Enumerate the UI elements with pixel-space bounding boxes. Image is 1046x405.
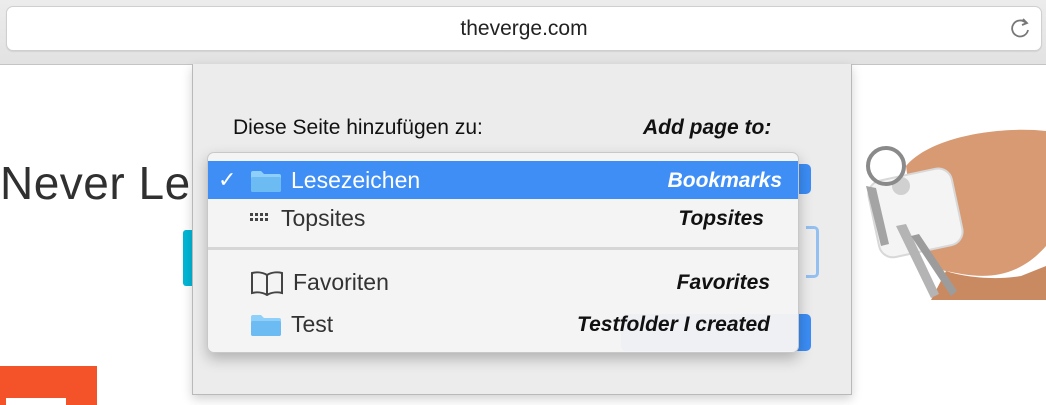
menu-item-annotation: Testfolder I created (577, 313, 770, 336)
menu-item-label: Topsites (281, 205, 366, 231)
destination-dropdown-menu: ✓ Lesezeichen Bookmarks Topsites Topsite… (207, 152, 799, 353)
url-text[interactable]: theverge.com (7, 17, 1041, 41)
book-icon (251, 271, 283, 296)
title-field-fragment[interactable] (806, 226, 819, 278)
checkmark-icon: ✓ (218, 167, 237, 192)
menu-item-annotation: Topsites (678, 207, 764, 230)
menu-item-lesezeichen[interactable]: ✓ Lesezeichen Bookmarks (208, 161, 798, 199)
menu-item-topsites[interactable]: Topsites Topsites (208, 199, 798, 237)
menu-separator (208, 247, 798, 250)
address-bar[interactable]: theverge.com (6, 6, 1042, 51)
hero-image (851, 126, 1046, 300)
menu-item-label: Favoriten (293, 269, 389, 295)
menu-item-favoriten[interactable]: Favoriten Favorites (208, 263, 798, 301)
menu-item-label: Lesezeichen (291, 167, 421, 193)
menu-item-test[interactable]: Test Testfolder I created (208, 305, 798, 343)
reload-icon[interactable] (1009, 17, 1031, 39)
add-page-label: Diese Seite hinzufügen zu: (233, 116, 483, 139)
page-banner-inner (6, 398, 66, 405)
folder-icon (251, 315, 281, 336)
browser-toolbar: theverge.com (0, 0, 1046, 65)
menu-item-annotation: Favorites (676, 271, 770, 294)
menu-item-annotation: Bookmarks (667, 169, 782, 192)
page-headline: Never Le (0, 157, 191, 209)
select-stepper-fragment[interactable] (797, 164, 811, 194)
grid-icon (250, 213, 268, 221)
menu-item-label: Test (291, 311, 334, 337)
folder-icon (251, 171, 281, 192)
add-page-annotation: Add page to: (643, 116, 772, 139)
